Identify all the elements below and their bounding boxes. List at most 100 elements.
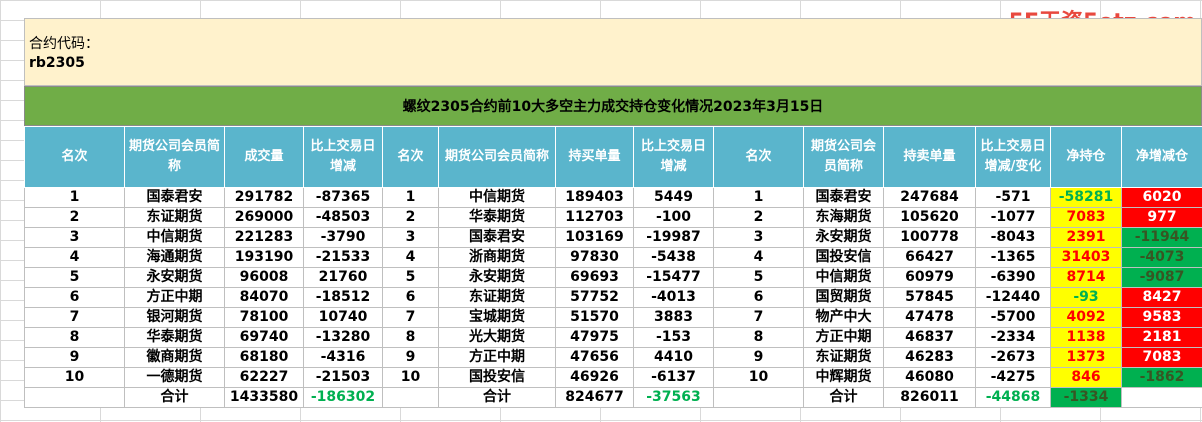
table-cell[interactable]: 中辉期货 <box>803 367 884 388</box>
total-cell[interactable]: 826011 <box>883 387 976 408</box>
table-cell[interactable]: 57845 <box>883 287 976 308</box>
table-cell[interactable]: 东海期货 <box>803 207 884 228</box>
table-cell[interactable]: 46926 <box>555 367 634 388</box>
table-cell[interactable]: -1365 <box>975 247 1051 268</box>
table-cell[interactable]: 193190 <box>224 247 304 268</box>
table-cell[interactable]: -48503 <box>303 207 383 228</box>
table-cell[interactable]: 东证期货 <box>438 287 556 308</box>
table-cell[interactable]: 中信期货 <box>803 267 884 288</box>
table-cell[interactable]: -58281 <box>1050 187 1122 208</box>
table-cell[interactable]: -5700 <box>975 307 1051 328</box>
table-cell[interactable]: 3883 <box>633 307 714 328</box>
table-cell[interactable]: 47656 <box>555 347 634 368</box>
table-cell[interactable]: 5 <box>382 267 439 288</box>
table-cell[interactable]: 7083 <box>1050 207 1122 228</box>
header-cell[interactable]: 期货公司会员简称 <box>803 126 884 188</box>
table-cell[interactable]: 69740 <box>224 327 304 348</box>
table-cell[interactable]: 46283 <box>883 347 976 368</box>
table-cell[interactable]: 8427 <box>1121 287 1202 308</box>
table-cell[interactable]: -1862 <box>1121 367 1202 388</box>
table-cell[interactable]: 永安期货 <box>803 227 884 248</box>
header-cell[interactable]: 净持仓 <box>1050 126 1122 188</box>
table-cell[interactable]: 47478 <box>883 307 976 328</box>
header-cell[interactable]: 持卖单量 <box>883 126 976 188</box>
table-cell[interactable]: 112703 <box>555 207 634 228</box>
header-cell[interactable]: 名次 <box>24 126 125 188</box>
table-cell[interactable]: 846 <box>1050 367 1122 388</box>
header-cell[interactable]: 期货公司会员简称 <box>438 126 556 188</box>
table-cell[interactable]: 9 <box>24 347 125 368</box>
total-cell[interactable]: 1433580 <box>224 387 304 408</box>
table-cell[interactable]: 2 <box>382 207 439 228</box>
table-cell[interactable]: 方正中期 <box>803 327 884 348</box>
table-cell[interactable]: 51570 <box>555 307 634 328</box>
total-cell[interactable]: 合计 <box>438 387 556 408</box>
table-cell[interactable]: 10 <box>713 367 804 388</box>
table-cell[interactable]: 10740 <box>303 307 383 328</box>
header-cell[interactable]: 比上交易日增减/变化 <box>975 126 1051 188</box>
table-cell[interactable]: 一德期货 <box>124 367 225 388</box>
table-cell[interactable]: 4092 <box>1050 307 1122 328</box>
table-cell[interactable]: 国贸期货 <box>803 287 884 308</box>
table-cell[interactable]: 宝城期货 <box>438 307 556 328</box>
table-cell[interactable]: 96008 <box>224 267 304 288</box>
table-cell[interactable]: 9583 <box>1121 307 1202 328</box>
table-cell[interactable]: -2673 <box>975 347 1051 368</box>
table-cell[interactable]: 78100 <box>224 307 304 328</box>
table-cell[interactable]: 6 <box>713 287 804 308</box>
table-cell[interactable]: 2391 <box>1050 227 1122 248</box>
table-cell[interactable]: -19987 <box>633 227 714 248</box>
table-cell[interactable]: 4410 <box>633 347 714 368</box>
header-cell[interactable]: 比上交易日增减 <box>303 126 383 188</box>
table-cell[interactable]: 方正中期 <box>438 347 556 368</box>
table-cell[interactable]: 4 <box>382 247 439 268</box>
header-cell[interactable]: 成交量 <box>224 126 304 188</box>
table-cell[interactable]: 物产中大 <box>803 307 884 328</box>
table-cell[interactable]: -9087 <box>1121 267 1202 288</box>
table-cell[interactable]: 2 <box>24 207 125 228</box>
total-cell[interactable]: 合计 <box>803 387 884 408</box>
table-cell[interactable]: 2181 <box>1121 327 1202 348</box>
table-cell[interactable]: -13280 <box>303 327 383 348</box>
table-cell[interactable]: -8043 <box>975 227 1051 248</box>
table-cell[interactable]: -18512 <box>303 287 383 308</box>
table-cell[interactable]: 东证期货 <box>803 347 884 368</box>
table-cell[interactable]: -93 <box>1050 287 1122 308</box>
table-cell[interactable]: 光大期货 <box>438 327 556 348</box>
table-title[interactable]: 螺纹2305合约前10大多空主力成交持仓变化情况2023年3月15日 <box>24 86 1202 126</box>
table-cell[interactable]: 海通期货 <box>124 247 225 268</box>
table-cell[interactable]: -15477 <box>633 267 714 288</box>
table-cell[interactable]: 4 <box>24 247 125 268</box>
table-cell[interactable]: -21503 <box>303 367 383 388</box>
total-cell[interactable]: -1334 <box>1050 387 1122 408</box>
table-cell[interactable]: 221283 <box>224 227 304 248</box>
table-cell[interactable]: 269000 <box>224 207 304 228</box>
table-cell[interactable]: 46837 <box>883 327 976 348</box>
contract-info-cell[interactable]: 合约代码： rb2305 <box>24 18 1202 86</box>
total-cell[interactable] <box>24 387 125 408</box>
table-cell[interactable]: 浙商期货 <box>438 247 556 268</box>
table-cell[interactable]: 7083 <box>1121 347 1202 368</box>
table-cell[interactable]: 永安期货 <box>124 267 225 288</box>
table-cell[interactable]: 66427 <box>883 247 976 268</box>
table-cell[interactable]: 68180 <box>224 347 304 368</box>
table-cell[interactable]: -4013 <box>633 287 714 308</box>
table-cell[interactable]: 方正中期 <box>124 287 225 308</box>
table-cell[interactable]: 4 <box>713 247 804 268</box>
total-cell[interactable]: -186302 <box>303 387 383 408</box>
table-cell[interactable]: 8714 <box>1050 267 1122 288</box>
table-cell[interactable]: 1 <box>713 187 804 208</box>
table-cell[interactable]: -4275 <box>975 367 1051 388</box>
table-cell[interactable]: 7 <box>382 307 439 328</box>
total-cell[interactable] <box>713 387 804 408</box>
header-cell[interactable]: 名次 <box>382 126 439 188</box>
table-cell[interactable]: 3 <box>382 227 439 248</box>
table-cell[interactable]: 2 <box>713 207 804 228</box>
table-cell[interactable]: -2334 <box>975 327 1051 348</box>
table-cell[interactable]: 国投安信 <box>803 247 884 268</box>
table-cell[interactable]: -12440 <box>975 287 1051 308</box>
table-cell[interactable]: 977 <box>1121 207 1202 228</box>
total-cell[interactable]: 7305 <box>1121 387 1202 408</box>
total-cell[interactable]: -37563 <box>633 387 714 408</box>
table-cell[interactable]: 1 <box>24 187 125 208</box>
